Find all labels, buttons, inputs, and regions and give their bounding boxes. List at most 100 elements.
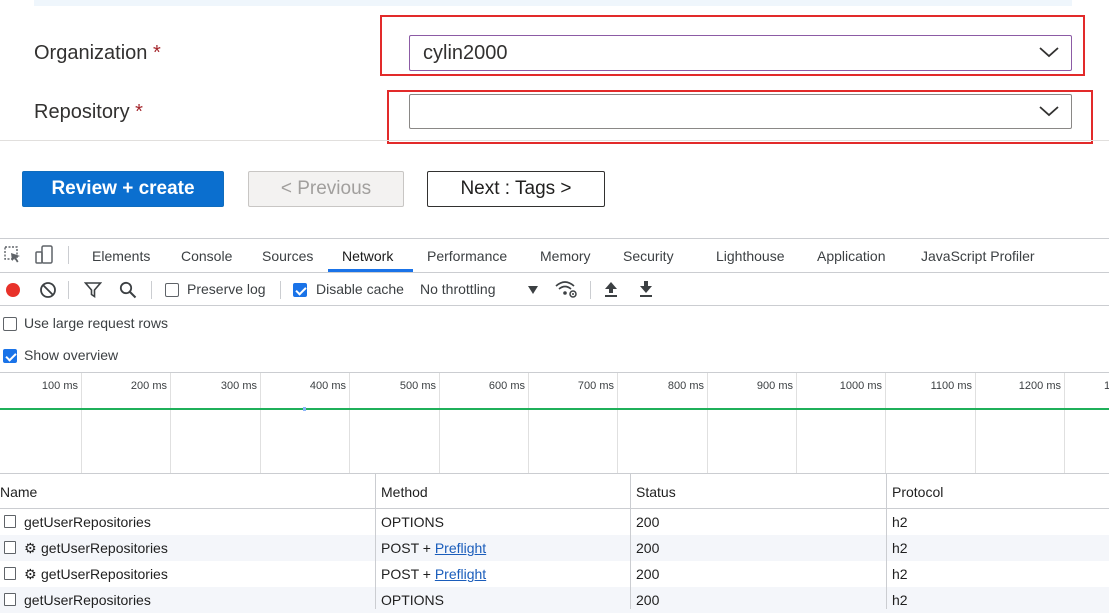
preserve-log-label: Preserve log [187, 281, 266, 297]
disable-cache-checkbox[interactable] [293, 283, 307, 297]
tab-application[interactable]: Application [817, 248, 886, 264]
column-header-method[interactable]: Method [381, 484, 428, 500]
request-protocol: h2 [892, 592, 908, 608]
request-status: 200 [636, 514, 660, 530]
document-icon [4, 515, 16, 528]
request-status: 200 [636, 566, 660, 582]
toolbar-separator [590, 281, 591, 299]
column-header-protocol[interactable]: Protocol [892, 484, 943, 500]
column-header-status[interactable]: Status [636, 484, 676, 500]
organization-dropdown[interactable]: cylin2000 [409, 35, 1072, 71]
ruler-gridline [885, 373, 886, 473]
gear-icon: ⚙ [24, 566, 37, 582]
tab-memory[interactable]: Memory [540, 248, 591, 264]
toolbar-separator [68, 246, 69, 264]
device-toolbar-icon[interactable] [35, 245, 55, 265]
ruler-gridline [439, 373, 440, 473]
request-status: 200 [636, 540, 660, 556]
ruler-gridline [260, 373, 261, 473]
column-divider [630, 474, 631, 609]
large-rows-checkbox[interactable] [3, 317, 17, 331]
organization-selected-value: cylin2000 [423, 42, 508, 64]
toolbar-separator [68, 281, 69, 299]
organization-label: Organization * [34, 42, 161, 65]
record-icon[interactable] [4, 281, 22, 299]
preflight-link[interactable]: Preflight [435, 566, 486, 582]
preflight-link[interactable]: Preflight [435, 540, 486, 556]
search-icon[interactable] [119, 281, 137, 299]
preserve-log-checkbox[interactable] [165, 283, 179, 297]
previous-button[interactable]: < Previous [248, 171, 404, 207]
toolbar-separator [280, 281, 281, 299]
large-rows-label: Use large request rows [24, 315, 168, 331]
column-header-name[interactable]: Name [0, 484, 37, 500]
ruler-gridline [1064, 373, 1065, 473]
table-row[interactable] [0, 509, 1109, 535]
request-method-text: POST + [381, 540, 435, 556]
ruler-gridline [170, 373, 171, 473]
toolbar-separator [151, 281, 152, 299]
overview-request-marker [303, 407, 306, 411]
tab-elements[interactable]: Elements [92, 248, 150, 264]
export-har-icon[interactable] [638, 280, 654, 298]
tab-performance[interactable]: Performance [427, 248, 507, 264]
ruler-tick-label: 400 ms [309, 380, 346, 392]
tab-lighthouse[interactable]: Lighthouse [716, 248, 785, 264]
show-overview-label: Show overview [24, 347, 119, 363]
tab-javascript-profiler[interactable]: JavaScript Profiler [921, 248, 1035, 264]
ruler-tick-label: 600 ms [488, 380, 525, 392]
request-method-text: POST + [381, 566, 435, 582]
throttling-select[interactable]: No throttling [420, 281, 495, 297]
review-create-button[interactable]: Review + create [22, 171, 224, 207]
request-protocol: h2 [892, 566, 908, 582]
import-har-icon[interactable] [603, 280, 619, 298]
ruler-gridline [707, 373, 708, 473]
request-method: POST + Preflight [381, 566, 486, 582]
form-top-strip [34, 0, 1072, 6]
document-icon [4, 593, 16, 606]
ruler-tick-label: 100 ms [41, 380, 78, 392]
ruler-gridline [349, 373, 350, 473]
repository-label-text: Repository [34, 101, 130, 123]
request-protocol: h2 [892, 540, 908, 556]
overview-activity-line [0, 408, 1109, 410]
request-name: getUserRepositories [41, 566, 168, 582]
request-name: getUserRepositories [24, 514, 151, 530]
inspect-element-icon[interactable] [4, 246, 22, 264]
ruler-gridline [617, 373, 618, 473]
ruler-tick-label: 1 [1104, 380, 1109, 392]
show-overview-checkbox[interactable] [3, 349, 17, 363]
gear-icon: ⚙ [24, 540, 37, 556]
form-divider [0, 140, 1109, 141]
chevron-down-icon [1039, 106, 1059, 117]
organization-label-text: Organization [34, 42, 148, 64]
column-divider [375, 474, 376, 609]
column-divider [886, 474, 887, 609]
clear-icon[interactable] [39, 281, 57, 299]
required-marker: * [152, 42, 161, 64]
ruler-gridline [975, 373, 976, 473]
tab-console[interactable]: Console [181, 248, 232, 264]
ruler-tick-label: 900 ms [756, 380, 793, 392]
disable-cache-label: Disable cache [316, 281, 404, 297]
tab-network[interactable]: Network [342, 248, 393, 264]
request-status: 200 [636, 592, 660, 608]
request-method: OPTIONS [381, 514, 445, 530]
chevron-down-icon [1039, 47, 1059, 58]
network-conditions-icon[interactable] [554, 279, 578, 299]
next-tags-button[interactable]: Next : Tags > [427, 171, 605, 207]
ruler-tick-label: 300 ms [220, 380, 257, 392]
dropdown-triangle-icon [528, 286, 538, 294]
ruler-gridline [796, 373, 797, 473]
tab-sources[interactable]: Sources [262, 248, 313, 264]
active-tab-indicator [328, 269, 413, 272]
request-method: POST + Preflight [381, 540, 486, 556]
table-row[interactable] [0, 587, 1109, 613]
document-icon [4, 541, 16, 554]
document-icon [4, 567, 16, 580]
ruler-gridline [81, 373, 82, 473]
repository-dropdown[interactable] [409, 94, 1072, 129]
filter-icon[interactable] [84, 281, 102, 299]
repository-label: Repository * [34, 101, 143, 124]
tab-security[interactable]: Security [623, 248, 674, 264]
